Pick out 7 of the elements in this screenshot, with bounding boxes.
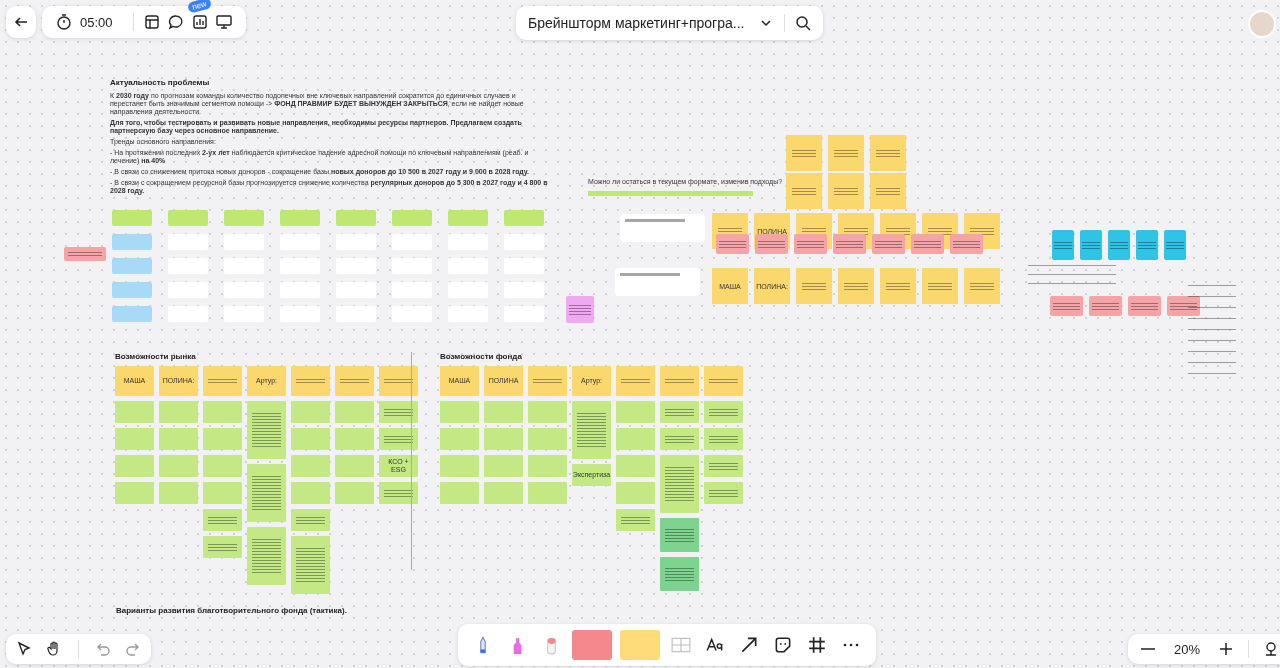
section-heading: Актуальность проблемы [110,78,211,87]
zoom-level: 20% [1174,641,1201,657]
section-heading: Возможности фонда [440,352,523,361]
new-badge: new [186,0,212,14]
section-heading: Варианты развития благотворительного фонда (тактика). [116,606,348,615]
section-heading: Возможности рынка [115,352,197,361]
timer-text: 05:00 [80,14,113,30]
